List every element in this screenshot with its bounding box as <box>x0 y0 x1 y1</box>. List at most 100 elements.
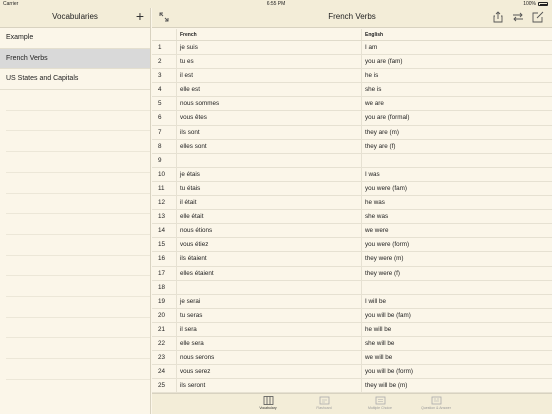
english-cell: we will be <box>361 351 552 365</box>
table-row[interactable]: 10 je étais I was <box>152 167 552 182</box>
english-cell: she will be <box>361 336 552 351</box>
table-row[interactable]: 6 vous êtes you are (formal) <box>152 111 552 126</box>
row-number: 21 <box>158 325 166 333</box>
english-cell: you were (form) <box>361 238 552 252</box>
english-cell: they are (m) <box>361 125 552 139</box>
tab-label: Multiple Choice <box>368 406 392 410</box>
french-cell: elles étaient <box>176 266 361 280</box>
sidebar-item-us-states[interactable]: US States and Capitals <box>0 69 150 91</box>
french-cell: elle était <box>176 210 361 224</box>
word-table: French English 1 je suis I am 2 tu es you are… <box>152 29 552 394</box>
french-cell: vous étiez <box>176 238 361 252</box>
english-cell: he is <box>361 69 552 83</box>
table-row[interactable]: 15 vous étiez you were (form) <box>152 238 552 253</box>
book-icon <box>263 396 273 405</box>
french-cell: vous êtes <box>176 111 361 125</box>
empty-row <box>6 359 150 380</box>
tab-vocabulary[interactable]: Vocabulary <box>250 394 286 414</box>
row-number: 8 <box>158 142 162 150</box>
main-panel: French Verbs French English 1 je suis I am… <box>152 8 552 414</box>
sidebar-header: Vocabularies + <box>0 8 150 28</box>
table-row[interactable]: 11 tu étais you were (fam) <box>152 181 552 197</box>
table-row[interactable]: 20 tu seras you will be (fam) <box>152 308 552 323</box>
swap-icon[interactable] <box>512 11 524 23</box>
table-row[interactable]: 12 il était he was <box>152 196 552 211</box>
french-cell: il est <box>176 69 361 83</box>
french-cell <box>176 280 361 294</box>
french-cell <box>176 153 361 167</box>
table-row[interactable]: 17 elles étaient they were (f) <box>152 266 552 281</box>
table-row[interactable]: 18 <box>152 280 552 295</box>
row-number: 3 <box>158 72 162 80</box>
english-cell: we are <box>361 97 552 111</box>
add-vocabulary-button[interactable]: + <box>136 9 144 23</box>
english-cell: you are (fam) <box>361 55 552 69</box>
row-number: 18 <box>158 283 166 291</box>
french-cell: tu seras <box>176 308 361 322</box>
french-column-header: French <box>176 29 361 40</box>
english-cell: you will be (fam) <box>361 308 552 322</box>
tab-question-answer[interactable]: Question & Answer <box>418 394 454 414</box>
share-icon[interactable] <box>492 11 504 23</box>
english-cell: he will be <box>361 322 552 336</box>
french-cell: ils seront <box>176 379 361 393</box>
empty-row <box>6 338 150 359</box>
table-row[interactable]: 1 je suis I am <box>152 41 552 56</box>
tab-multiple-choice[interactable]: Multiple Choice <box>362 394 398 414</box>
sidebar-item-example[interactable]: Example <box>0 28 150 49</box>
empty-row <box>6 131 150 153</box>
row-number: 2 <box>158 58 162 66</box>
french-cell: nous sommes <box>176 97 361 111</box>
table-row[interactable]: 8 elles sont they are (f) <box>152 139 552 154</box>
table-row[interactable]: 7 ils sont they are (m) <box>152 125 552 140</box>
french-cell: je étais <box>176 167 361 181</box>
tab-label: Flashcard <box>316 406 332 410</box>
table-row[interactable]: 21 il sera he will be <box>152 322 552 337</box>
row-number: 14 <box>158 227 166 235</box>
french-cell: tu es <box>176 55 361 69</box>
table-row[interactable]: 23 nous serons we will be <box>152 351 552 366</box>
french-cell: tu étais <box>176 181 361 196</box>
table-row[interactable]: 14 nous étions we were <box>152 224 552 239</box>
french-cell: je suis <box>176 41 361 55</box>
table-row[interactable]: 16 ils étaient they were (m) <box>152 252 552 267</box>
table-row[interactable]: 19 je serai I will be <box>152 294 552 309</box>
table-row[interactable]: 25 ils seront they will be (m) <box>152 379 552 394</box>
row-number: 19 <box>158 297 166 305</box>
table-row[interactable]: 24 vous serez you will be (form) <box>152 365 552 380</box>
table-row[interactable]: 5 nous sommes we are <box>152 97 552 112</box>
row-number: 12 <box>158 199 166 207</box>
english-cell: we were <box>361 224 552 238</box>
row-number: 1 <box>158 44 162 51</box>
empty-row <box>6 173 150 194</box>
edit-icon[interactable] <box>532 11 544 23</box>
table-body: 1 je suis I am 2 tu es you are (fam) 3 il est he… <box>152 41 552 394</box>
empty-row <box>6 318 150 339</box>
table-row[interactable]: 9 <box>152 153 552 168</box>
table-row[interactable]: 22 elle sera she will be <box>152 336 552 352</box>
question-answer-icon <box>431 396 441 405</box>
number-column-header <box>152 29 176 40</box>
table-row[interactable]: 13 elle était she was <box>152 210 552 225</box>
app-window: Carrier 6:55 PM 100% Vocabularies + Exam… <box>0 0 552 414</box>
table-row[interactable]: 2 tu es you are (fam) <box>152 55 552 70</box>
flashcard-icon <box>319 396 329 405</box>
english-cell: you will be (form) <box>361 365 552 379</box>
french-cell: elle est <box>176 83 361 97</box>
tab-flashcard[interactable]: Flashcard <box>306 394 342 414</box>
french-cell: ils sont <box>176 125 361 139</box>
french-cell: nous étions <box>176 224 361 238</box>
english-column-header: English <box>361 29 552 40</box>
french-cell: elle sera <box>176 336 361 351</box>
empty-row <box>6 214 150 235</box>
row-number: 9 <box>158 156 162 164</box>
french-cell: je serai <box>176 294 361 308</box>
english-cell: they were (f) <box>361 266 552 280</box>
table-row[interactable]: 4 elle est she is <box>152 83 552 98</box>
table-row[interactable]: 3 il est he is <box>152 69 552 84</box>
row-number: 5 <box>158 100 162 108</box>
english-cell: you were (fam) <box>361 181 552 196</box>
english-cell: she is <box>361 83 552 97</box>
sidebar-item-french-verbs[interactable]: French Verbs <box>0 48 150 70</box>
row-number: 25 <box>158 382 166 390</box>
